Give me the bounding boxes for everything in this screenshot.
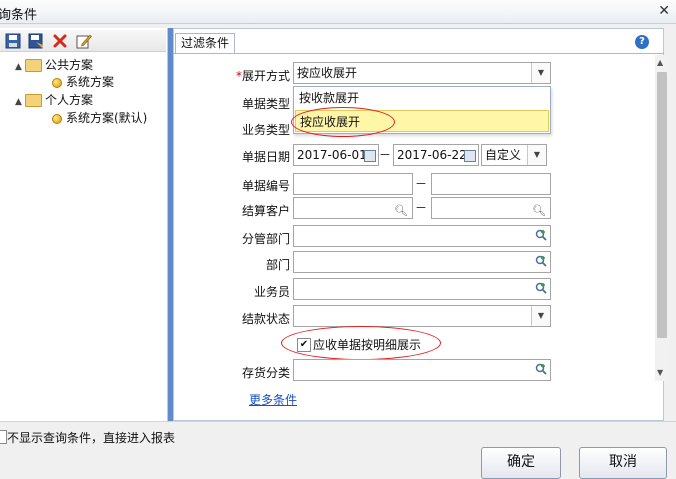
doc-no-from-input[interactable] <box>293 173 413 195</box>
range-dash: － <box>379 148 392 162</box>
browse-icon[interactable] <box>535 255 547 267</box>
scheme-icon <box>52 113 62 124</box>
search-icon[interactable]: 🔍︎ <box>532 201 546 218</box>
customer-to-input[interactable]: 🔍︎ <box>431 197 551 219</box>
date-range-select[interactable]: 自定义 ▼ <box>481 144 547 166</box>
tree-label: 系统方案(默认) <box>66 111 148 125</box>
biz-type-label: 业务类型 <box>241 123 290 137</box>
calendar-icon[interactable] <box>464 150 476 162</box>
folder-icon <box>25 94 42 107</box>
ok-button[interactable]: 确定 <box>481 447 561 479</box>
date-from-value: 2017-06-01 <box>297 148 367 162</box>
expand-mode-dropdown: 按收款展开 按应收展开 <box>293 86 551 134</box>
tree-node-system-scheme-default[interactable]: 系统方案(默认) <box>52 110 147 126</box>
browse-icon[interactable] <box>535 363 547 375</box>
dept-input[interactable] <box>293 251 551 273</box>
window-title: 询条件 <box>0 8 38 23</box>
tree-label: 系统方案 <box>66 75 115 89</box>
doc-no-label: 单据编号 <box>241 179 290 193</box>
chevron-down-icon[interactable]: ▼ <box>531 63 550 83</box>
option-by-receipt[interactable]: 按收款展开 <box>295 87 549 109</box>
option-by-receivable[interactable]: 按应收展开 <box>295 110 549 132</box>
save-icon[interactable] <box>5 33 21 49</box>
inventory-input[interactable] <box>293 359 551 381</box>
settle-status-select[interactable]: ▼ <box>293 305 551 327</box>
scheme-icon <box>52 77 62 88</box>
inventory-label: 存货分类 <box>241 366 290 380</box>
chevron-down-icon[interactable]: ▼ <box>527 145 546 165</box>
skip-checkbox-label: 不显示查询条件，直接进入报表 <box>7 431 176 445</box>
settle-status-label: 结款状态 <box>241 312 290 326</box>
dept-mgr-input[interactable] <box>293 225 551 247</box>
delete-icon[interactable] <box>52 33 68 49</box>
edit-icon[interactable] <box>76 33 92 49</box>
collapse-icon[interactable]: ▲ <box>15 94 25 110</box>
salesman-input[interactable] <box>293 278 551 300</box>
doc-type-label: 单据类型 <box>241 97 290 111</box>
tree-node-public[interactable]: ▲ 公共方案 <box>15 57 93 73</box>
date-to-value: 2017-06-22 <box>397 148 467 162</box>
chevron-down-icon[interactable]: ▼ <box>531 306 550 326</box>
browse-icon[interactable] <box>535 282 547 294</box>
search-icon[interactable]: 🔍︎ <box>394 201 408 218</box>
scheme-toolbar <box>0 30 166 52</box>
salesman-label: 业务员 <box>253 285 290 299</box>
cancel-button[interactable]: 取消 <box>579 447 667 479</box>
expand-mode-select[interactable]: 按应收展开 ▼ <box>293 62 551 84</box>
close-icon[interactable]: ✕ <box>658 3 670 19</box>
calendar-icon[interactable] <box>364 150 376 162</box>
range-dash: － <box>415 201 428 215</box>
customer-from-input[interactable]: 🔍︎ <box>293 197 413 219</box>
date-from-field[interactable]: 2017-06-01 <box>293 144 379 166</box>
expand-mode-value: 按应收展开 <box>297 66 358 80</box>
detail-checkbox-label: 应收单据按明细展示 <box>313 338 422 352</box>
date-to-field[interactable]: 2017-06-22 <box>393 144 479 166</box>
save-as-icon[interactable] <box>28 33 44 49</box>
collapse-icon[interactable]: ▲ <box>15 59 25 75</box>
title-bar: 询条件 ✕ <box>0 0 676 24</box>
doc-no-to-input[interactable] <box>431 173 551 195</box>
tree-label: 公共方案 <box>45 58 94 72</box>
range-dash: － <box>415 177 428 191</box>
skip-checkbox[interactable] <box>0 430 7 444</box>
scrollbar-thumb[interactable] <box>657 72 667 338</box>
tab-filter-conditions[interactable]: 过滤条件 <box>175 33 235 53</box>
tree-label: 个人方案 <box>45 93 94 107</box>
browse-icon[interactable] <box>535 229 547 241</box>
date-range-value: 自定义 <box>485 148 522 162</box>
tab-divider <box>173 53 664 54</box>
dept-mgr-label: 分管部门 <box>241 232 290 246</box>
tree-node-system-scheme[interactable]: 系统方案 <box>52 74 114 90</box>
dept-label: 部门 <box>265 258 290 272</box>
help-icon[interactable]: ? <box>635 35 649 49</box>
folder-icon <box>25 59 42 72</box>
doc-date-label: 单据日期 <box>241 150 290 164</box>
more-conditions-link[interactable]: 更多条件 <box>249 391 297 408</box>
customer-label: 结算客户 <box>241 204 290 218</box>
scroll-down-icon[interactable]: ▼ <box>657 368 663 377</box>
tree-node-personal[interactable]: ▲ 个人方案 <box>15 92 93 108</box>
detail-checkbox[interactable]: ✔ <box>297 338 311 352</box>
expand-mode-label: *展开方式 <box>235 69 290 83</box>
scroll-up-icon[interactable]: ▲ <box>657 58 663 67</box>
